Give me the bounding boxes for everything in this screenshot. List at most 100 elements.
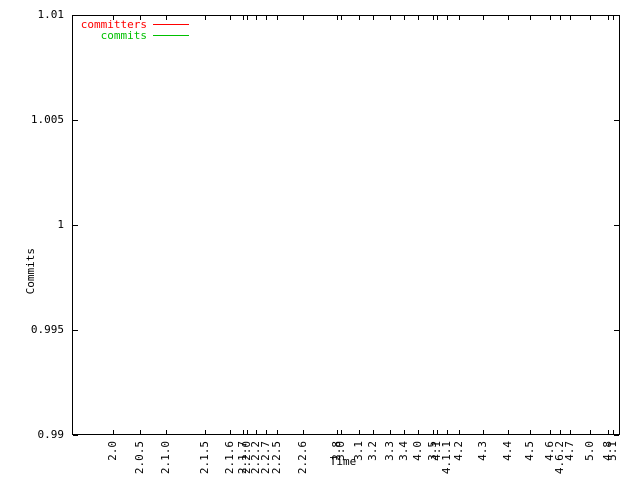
y-tick-right bbox=[614, 330, 619, 331]
y-tick-left bbox=[73, 120, 78, 121]
y-axis-title: Commits bbox=[24, 248, 37, 295]
y-tick-right bbox=[614, 435, 619, 436]
y-tick-left bbox=[73, 15, 78, 16]
x-tick-label: 4.3 bbox=[476, 441, 489, 461]
x-tick-top bbox=[404, 15, 405, 20]
y-tick-right bbox=[614, 120, 619, 121]
x-tick-bottom bbox=[508, 430, 509, 435]
y-tick-label: 1.01 bbox=[37, 8, 65, 21]
x-tick-top bbox=[140, 15, 141, 20]
y-tick-label: 0.995 bbox=[30, 323, 64, 336]
x-tick-label: 2.2.6 bbox=[296, 441, 309, 475]
x-tick-bottom bbox=[303, 430, 304, 435]
x-tick-label: 4.1.1 bbox=[440, 441, 453, 475]
x-tick-bottom bbox=[570, 430, 571, 435]
x-tick-top bbox=[437, 15, 438, 20]
x-tick-bottom bbox=[560, 430, 561, 435]
x-tick-bottom bbox=[140, 430, 141, 435]
legend-line-sample-commits bbox=[153, 35, 189, 36]
x-tick-label: 2.1.5 bbox=[198, 441, 211, 475]
x-tick-label: 4.0 bbox=[411, 441, 424, 461]
x-tick-top bbox=[459, 15, 460, 20]
x-tick-top bbox=[337, 15, 338, 20]
x-tick-top bbox=[243, 15, 244, 20]
x-tick-label: 3.4 bbox=[397, 441, 410, 461]
x-tick-top bbox=[570, 15, 571, 20]
x-tick-bottom bbox=[459, 430, 460, 435]
y-tick-left bbox=[73, 330, 78, 331]
x-tick-label: 5.1 bbox=[606, 441, 619, 461]
x-tick-label: 2.0 bbox=[106, 441, 119, 461]
y-tick-label: 1 bbox=[57, 218, 64, 231]
x-tick-top bbox=[247, 15, 248, 20]
x-tick-top bbox=[508, 15, 509, 20]
x-tick-top bbox=[205, 15, 206, 20]
x-tick-top bbox=[483, 15, 484, 20]
x-tick-top bbox=[390, 15, 391, 20]
x-tick-bottom bbox=[243, 430, 244, 435]
x-tick-label: 4.5 bbox=[523, 441, 536, 461]
legend-label-commits: commits bbox=[100, 28, 147, 42]
x-tick-top bbox=[373, 15, 374, 20]
x-tick-bottom bbox=[166, 430, 167, 435]
x-tick-label: 4.7 bbox=[563, 441, 576, 461]
x-tick-bottom bbox=[390, 430, 391, 435]
x-tick-label: 3.3 bbox=[383, 441, 396, 461]
y-tick-right bbox=[614, 15, 619, 16]
x-tick-top bbox=[230, 15, 231, 20]
x-tick-bottom bbox=[230, 430, 231, 435]
x-tick-top bbox=[359, 15, 360, 20]
x-tick-bottom bbox=[277, 430, 278, 435]
x-tick-label: 3.2 bbox=[366, 441, 379, 461]
x-tick-bottom bbox=[530, 430, 531, 435]
x-tick-bottom bbox=[590, 430, 591, 435]
commits-chart: Commits Time committers commits 2.0 2.0.5… bbox=[0, 0, 640, 480]
x-tick-label: 2.1.0 bbox=[159, 441, 172, 475]
x-tick-top bbox=[303, 15, 304, 20]
x-tick-bottom bbox=[550, 430, 551, 435]
x-tick-label: 3.0 bbox=[334, 441, 347, 461]
plot-area-border bbox=[72, 15, 620, 435]
x-tick-bottom bbox=[113, 430, 114, 435]
x-tick-bottom bbox=[341, 430, 342, 435]
y-tick-label: 1.005 bbox=[30, 113, 64, 126]
x-tick-top bbox=[608, 15, 609, 20]
x-tick-bottom bbox=[256, 430, 257, 435]
x-tick-top bbox=[166, 15, 167, 20]
x-tick-bottom bbox=[337, 430, 338, 435]
legend-label-committers: committers bbox=[80, 17, 147, 31]
x-tick-label: 2.0.5 bbox=[133, 441, 146, 475]
x-tick-top bbox=[530, 15, 531, 20]
legend-line-sample-committers bbox=[153, 24, 189, 25]
x-tick-top bbox=[113, 15, 114, 20]
y-tick-label: 0.99 bbox=[37, 428, 65, 441]
x-tick-label: 4.2 bbox=[452, 441, 465, 461]
x-tick-bottom bbox=[266, 430, 267, 435]
x-tick-bottom bbox=[205, 430, 206, 435]
x-tick-top bbox=[266, 15, 267, 20]
x-tick-label: 4.4 bbox=[501, 441, 514, 461]
x-tick-label: 2.2.5 bbox=[270, 441, 283, 475]
x-tick-bottom bbox=[433, 430, 434, 435]
x-tick-top bbox=[277, 15, 278, 20]
x-tick-label: 2.1.6 bbox=[223, 441, 236, 475]
y-tick-left bbox=[73, 225, 78, 226]
x-tick-top bbox=[433, 15, 434, 20]
x-tick-label: 5.0 bbox=[583, 441, 596, 461]
x-tick-top bbox=[447, 15, 448, 20]
legend-entry-commits: commits bbox=[67, 30, 189, 41]
x-tick-top bbox=[550, 15, 551, 20]
x-tick-bottom bbox=[437, 430, 438, 435]
x-tick-top bbox=[418, 15, 419, 20]
x-tick-top bbox=[560, 15, 561, 20]
legend: committers commits bbox=[67, 19, 189, 41]
x-tick-bottom bbox=[483, 430, 484, 435]
x-tick-bottom bbox=[608, 430, 609, 435]
x-tick-top bbox=[590, 15, 591, 20]
x-tick-bottom bbox=[359, 430, 360, 435]
x-tick-bottom bbox=[247, 430, 248, 435]
x-tick-bottom bbox=[373, 430, 374, 435]
x-tick-label: 3.1 bbox=[352, 441, 365, 461]
y-tick-right bbox=[614, 225, 619, 226]
x-tick-bottom bbox=[447, 430, 448, 435]
